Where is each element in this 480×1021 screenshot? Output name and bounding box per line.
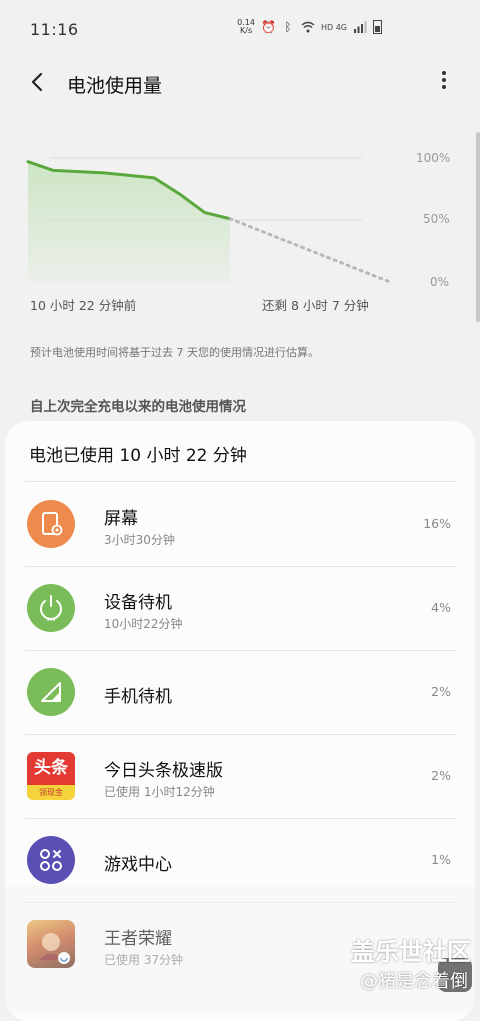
network-label: HD 4G	[320, 22, 347, 32]
y-tick-100: 100%	[416, 151, 451, 165]
honor-of-kings-icon	[27, 920, 75, 968]
item-name: 王者荣耀	[104, 929, 172, 949]
item-percent: 1%	[431, 852, 451, 867]
battery-icon	[373, 20, 382, 34]
battery-chart-svg	[26, 157, 392, 284]
estimate-note: 预计电池使用时间将基于过去 7 天您的使用情况进行估算。	[30, 346, 319, 359]
item-name: 游戏中心	[104, 855, 172, 875]
item-sub: 已使用 1小时12分钟	[104, 785, 215, 799]
series-area	[28, 161, 230, 282]
list-item-device-standby[interactable]: 设备待机 10小时22分钟 4%	[5, 566, 475, 650]
power-icon	[27, 584, 75, 632]
more-options-button[interactable]	[432, 68, 456, 98]
item-sub: 3小时30分钟	[104, 533, 175, 547]
alarm-icon: ⏰	[260, 20, 276, 34]
item-name: 设备待机	[104, 593, 172, 613]
projection-line	[228, 217, 392, 284]
game-center-icon	[27, 836, 75, 884]
status-bar: 11:16 0.14 K/s ⏰ ᛒ HD 4G	[0, 0, 480, 60]
page-title: 电池使用量	[67, 75, 163, 97]
list-item-phone-standby[interactable]: 手机待机 2%	[5, 650, 475, 734]
item-percent: 16%	[423, 516, 451, 531]
y-tick-0: 0%	[430, 275, 450, 289]
item-percent: 2%	[431, 768, 451, 783]
usage-title: 电池已使用 10 小时 22 分钟	[29, 446, 247, 466]
app-bar: 电池使用量	[0, 60, 480, 106]
list-item-toutiao[interactable]: 头条 领现金 今日头条极速版 已使用 1小时12分钟 2%	[5, 734, 475, 818]
item-percent: 4%	[431, 600, 451, 615]
watermark-community: 盖乐世社区	[351, 938, 471, 966]
item-percent: 2%	[431, 684, 451, 699]
back-button[interactable]	[22, 66, 54, 98]
signal-icon	[27, 668, 75, 716]
back-arrow-icon	[31, 72, 43, 92]
usage-card: 电池已使用 10 小时 22 分钟 屏幕 3小时30分钟 16% 设备待机 10…	[5, 421, 475, 1021]
x-start-label: 10 小时 22 分钟前	[30, 298, 137, 313]
status-icons: 0.14 K/s ⏰ ᛒ HD 4G	[237, 19, 382, 35]
toutiao-icon: 头条 领现金	[27, 752, 75, 800]
bluetooth-icon: ᛒ	[284, 20, 292, 34]
section-header: 自上次完全充电以来的电池使用情况	[30, 399, 246, 415]
item-name: 手机待机	[104, 687, 172, 707]
item-name: 今日头条极速版	[104, 761, 223, 781]
watermark-user: @猪是念着倒	[360, 971, 468, 992]
list-item-screen[interactable]: 屏幕 3小时30分钟 16%	[5, 482, 475, 566]
item-sub: 已使用 37分钟	[104, 953, 184, 967]
item-name: 屏幕	[104, 509, 138, 529]
net-speed: 0.14 K/s	[237, 18, 255, 35]
screen-icon	[27, 500, 75, 548]
wifi-icon	[301, 20, 315, 34]
y-tick-50: 50%	[423, 212, 450, 226]
item-sub: 10小时22分钟	[104, 617, 183, 631]
signal-bars-icon	[353, 20, 367, 34]
battery-chart: 100% 50% 0%	[0, 130, 480, 320]
list-item-game-center[interactable]: 游戏中心 1%	[5, 818, 475, 902]
status-time: 11:16	[30, 20, 79, 39]
x-end-label: 还剩 8 小时 7 分钟	[262, 298, 369, 313]
